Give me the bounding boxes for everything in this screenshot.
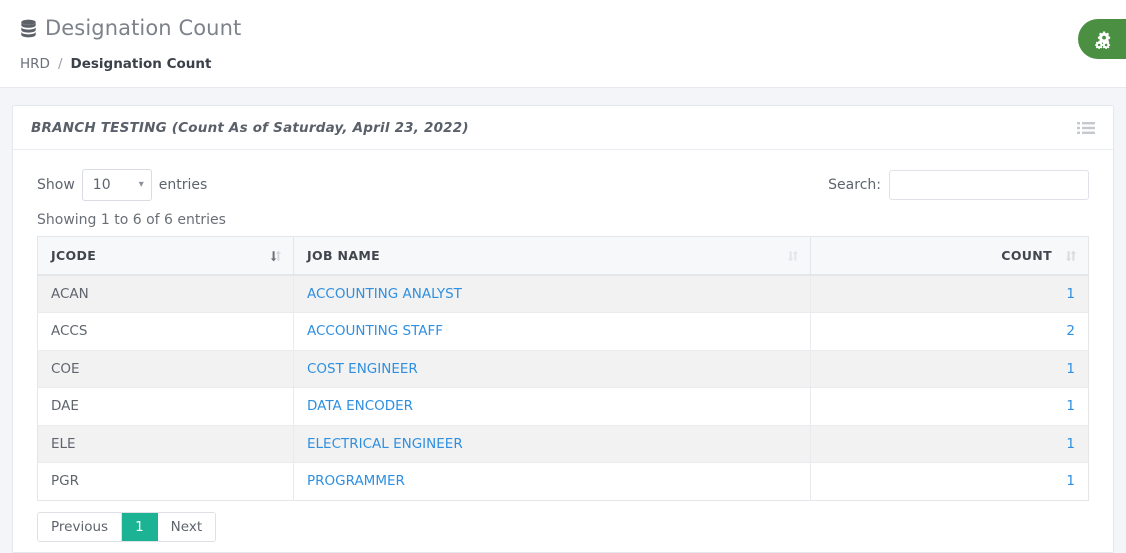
table-row: ACAN ACCOUNTING ANALYST 1: [37, 274, 1089, 313]
cell-jcode: DAE: [37, 387, 294, 425]
entries-label: entries: [158, 177, 208, 193]
card-header: BRANCH TESTING (Count As of Saturday, Ap…: [13, 106, 1113, 150]
cell-count: 1: [810, 387, 1089, 425]
cell-jcode: COE: [37, 349, 294, 388]
pagination: Previous 1 Next: [37, 511, 217, 542]
datatable-pagination-wrap: Previous 1 Next: [37, 501, 1089, 542]
page-title: Designation Count: [45, 16, 242, 40]
show-label: Show: [37, 177, 75, 193]
count-link[interactable]: 1: [1066, 473, 1075, 489]
column-header-label: JCODE: [51, 248, 97, 263]
card-body: Show 10 25 50 100 ▾ entries Search: Show…: [13, 150, 1113, 552]
cell-jcode: ACCS: [37, 312, 294, 350]
breadcrumb-separator: /: [57, 56, 63, 72]
column-header-jcode[interactable]: JCODE: [37, 236, 294, 276]
page-length-control: Show 10 25 50 100 ▾ entries: [37, 169, 207, 201]
sort-none-icon: [1064, 249, 1078, 263]
card-title: BRANCH TESTING (Count As of Saturday, Ap…: [31, 119, 469, 136]
job-name-link[interactable]: PROGRAMMER: [307, 473, 405, 489]
table-row: PGR PROGRAMMER 1: [37, 462, 1089, 500]
table-row: ELE ELECTRICAL ENGINEER 1: [37, 424, 1089, 463]
breadcrumb: HRD / Designation Count: [20, 56, 1106, 72]
datatable-controls: Show 10 25 50 100 ▾ entries Search:: [37, 164, 1089, 206]
column-header-job-name[interactable]: JOB NAME: [293, 236, 811, 276]
cell-job-name: ACCOUNTING STAFF: [293, 312, 811, 350]
count-link[interactable]: 1: [1066, 436, 1075, 452]
settings-button[interactable]: [1078, 19, 1126, 59]
count-link[interactable]: 2: [1066, 323, 1075, 339]
job-name-link[interactable]: ACCOUNTING ANALYST: [307, 286, 462, 302]
cell-count: 2: [810, 312, 1089, 350]
column-header-label: JOB NAME: [307, 248, 381, 263]
cell-job-name: COST ENGINEER: [293, 349, 811, 388]
breadcrumb-item-hrd[interactable]: HRD: [20, 56, 50, 72]
table-row: ACCS ACCOUNTING STAFF 2: [37, 312, 1089, 350]
cell-jcode: PGR: [37, 462, 294, 500]
cell-count: 1: [810, 274, 1089, 313]
column-header-count[interactable]: COUNT: [810, 236, 1089, 276]
cell-job-name: PROGRAMMER: [293, 462, 811, 500]
cell-count: 1: [810, 349, 1089, 388]
page-header: Designation Count HRD / Designation Coun…: [0, 0, 1126, 88]
cell-count: 1: [810, 424, 1089, 463]
cell-jcode: ELE: [37, 424, 294, 463]
count-link[interactable]: 1: [1066, 286, 1075, 302]
designation-count-table: JCODE JOB NAME COUNT ACAN ACCOUNTING ANA…: [37, 236, 1089, 501]
breadcrumb-item-current: Designation Count: [70, 56, 212, 72]
sort-ascending-icon: [269, 249, 283, 263]
cell-job-name: DATA ENCODER: [293, 387, 811, 425]
cogs-icon: [1094, 30, 1113, 49]
table-header-row: JCODE JOB NAME COUNT: [37, 236, 1089, 276]
list-menu-icon[interactable]: [1076, 119, 1096, 137]
table-row: DAE DATA ENCODER 1: [37, 387, 1089, 425]
pagination-previous[interactable]: Previous: [38, 512, 123, 541]
search-input[interactable]: [889, 170, 1089, 200]
pagination-page-1[interactable]: 1: [122, 512, 158, 541]
job-name-link[interactable]: DATA ENCODER: [307, 398, 413, 414]
count-link[interactable]: 1: [1066, 361, 1075, 377]
job-name-link[interactable]: COST ENGINEER: [307, 361, 418, 377]
search-control: Search:: [828, 170, 1089, 200]
datatable-info: Showing 1 to 6 of 6 entries: [37, 212, 226, 228]
database-icon: [20, 19, 37, 38]
sort-none-icon: [786, 249, 800, 263]
job-name-link[interactable]: ELECTRICAL ENGINEER: [307, 436, 463, 452]
page-title-row: Designation Count: [20, 12, 1106, 44]
cell-jcode: ACAN: [37, 274, 294, 313]
column-header-label: COUNT: [1001, 248, 1052, 263]
search-label: Search:: [828, 177, 881, 193]
cell-job-name: ACCOUNTING ANALYST: [293, 274, 811, 313]
designation-count-card: BRANCH TESTING (Count As of Saturday, Ap…: [12, 105, 1114, 553]
table-body: ACAN ACCOUNTING ANALYST 1 ACCS ACCOUNTIN…: [37, 274, 1089, 500]
page-length-select[interactable]: 10 25 50 100: [81, 169, 152, 201]
pagination-next[interactable]: Next: [157, 512, 216, 541]
cell-job-name: ELECTRICAL ENGINEER: [293, 424, 811, 463]
table-row: COE COST ENGINEER 1: [37, 349, 1089, 388]
cell-count: 1: [810, 462, 1089, 500]
job-name-link[interactable]: ACCOUNTING STAFF: [307, 323, 443, 339]
count-link[interactable]: 1: [1066, 398, 1075, 414]
table-head: JCODE JOB NAME COUNT: [37, 236, 1089, 276]
